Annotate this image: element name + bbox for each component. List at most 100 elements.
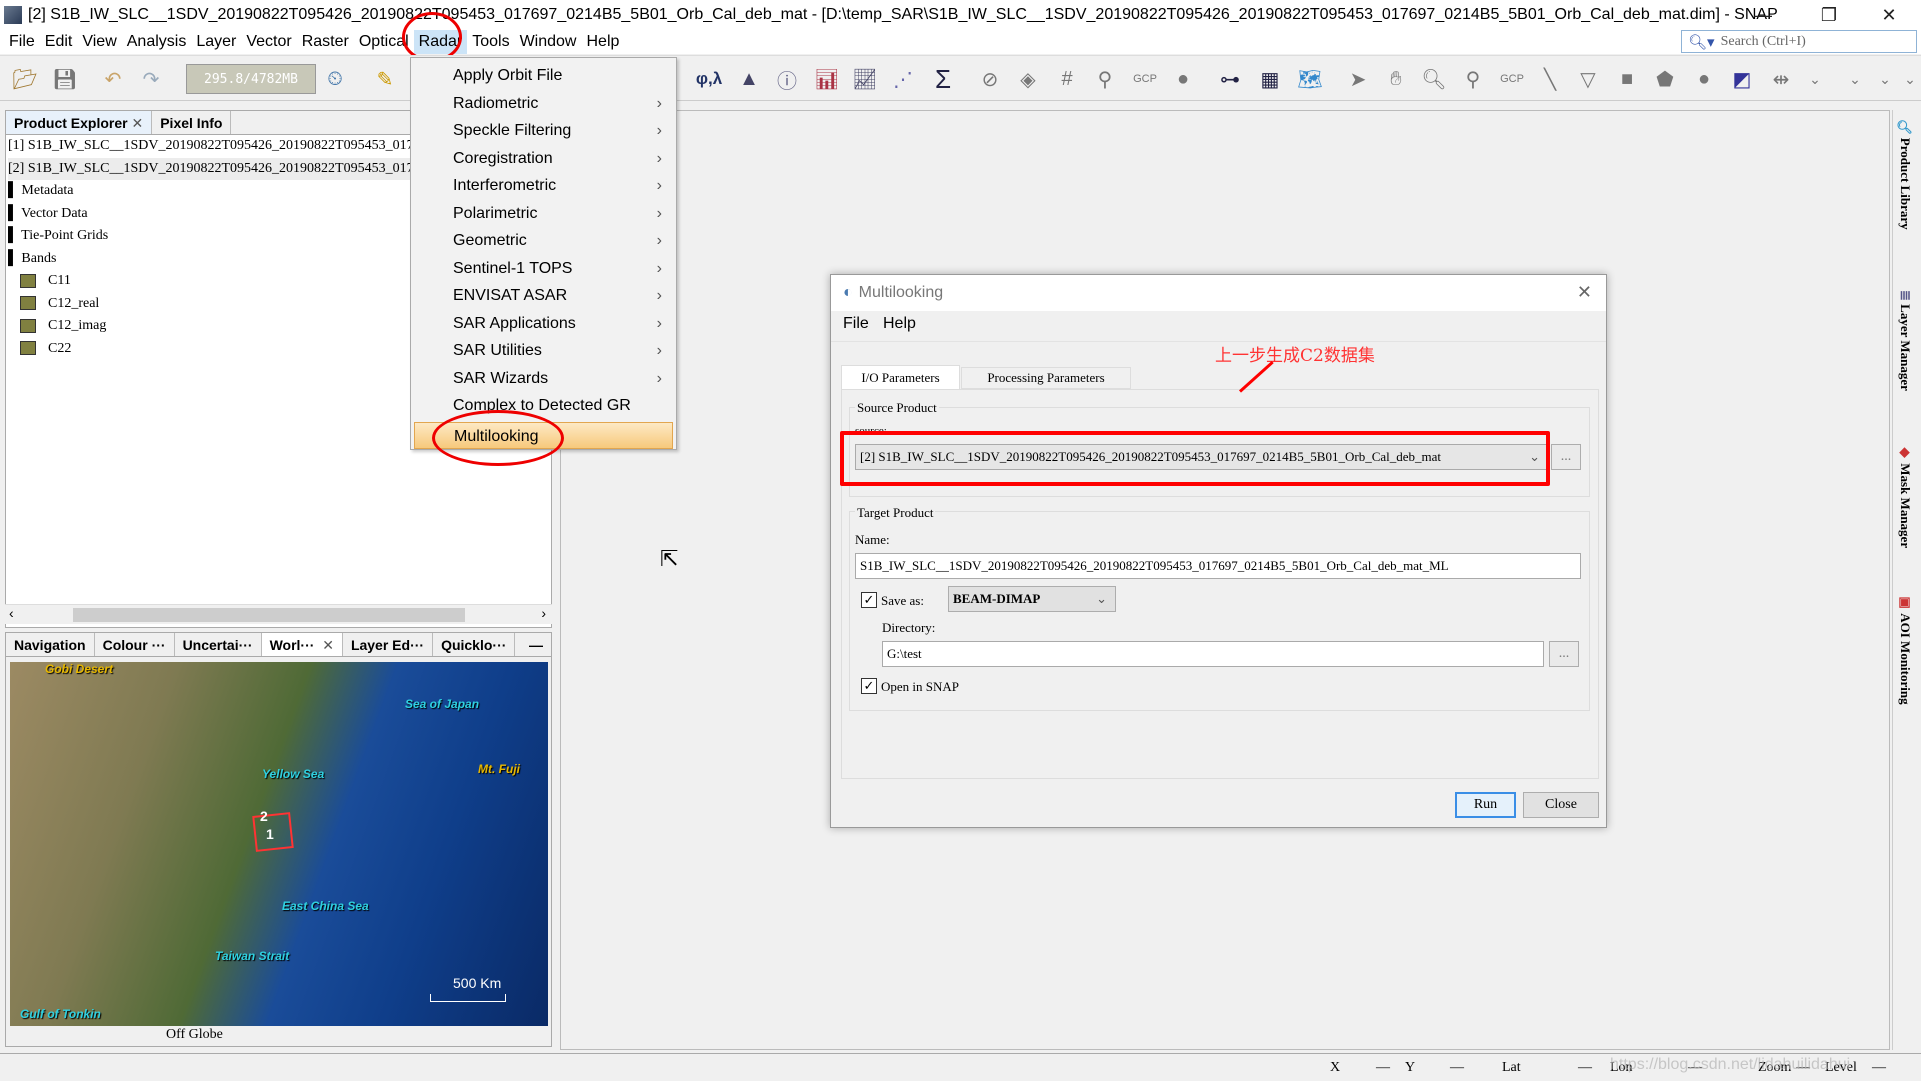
format-select[interactable]: BEAM-DIMAP ⌄ <box>948 586 1116 612</box>
gcp-overlay-icon[interactable]: GCP <box>1130 64 1160 94</box>
polyline-tool-icon[interactable]: ▽ <box>1573 64 1603 94</box>
tab-layer-editor[interactable]: Layer Ed··· <box>343 633 434 656</box>
shapes-overlay-icon[interactable]: ● <box>1168 64 1198 94</box>
source-browse-button[interactable]: ... <box>1551 444 1581 470</box>
information-icon[interactable]: ⓘ <box>772 64 802 94</box>
restore-button[interactable]: ❐ <box>1806 0 1852 30</box>
select-tool-icon[interactable]: ➤ <box>1343 64 1373 94</box>
tab-world-view[interactable]: Worl··· ✕ <box>261 633 343 656</box>
tab-colour-manipulation[interactable]: Colour ··· <box>95 633 175 656</box>
radar-menu-item[interactable]: Sentinel-1 TOPS › <box>411 255 676 282</box>
close-icon[interactable]: ✕ <box>131 115 143 131</box>
dialog-menu-help[interactable]: Help <box>883 315 916 333</box>
radar-menu-item[interactable]: Interferometric › <box>411 172 676 199</box>
polygon-tool-icon[interactable]: ⬟ <box>1650 64 1680 94</box>
minimize-button[interactable]: — <box>1740 0 1786 30</box>
scrollbar-thumb[interactable] <box>73 608 465 622</box>
profile-plot-icon[interactable]: 📈︎ <box>850 64 880 94</box>
radar-menu-item[interactable]: Apply Orbit File <box>411 62 676 89</box>
no-data-overlay-icon[interactable]: ⊘ <box>975 64 1005 94</box>
menu-raster[interactable]: Raster <box>297 30 354 54</box>
gcp-placing-tool-icon[interactable]: GCP <box>1497 64 1527 94</box>
open-product-icon[interactable]: 📂︎ <box>10 64 40 94</box>
pan-tool-icon[interactable]: ✋︎ <box>1381 64 1411 94</box>
undo-icon[interactable]: ↶ <box>98 64 128 94</box>
sidebar-tab-product-library[interactable]: 🔍︎ Product Library <box>1897 118 1913 230</box>
menu-view[interactable]: View <box>77 30 121 54</box>
radar-menu-item[interactable]: Complex to Detected GR <box>411 392 676 419</box>
line-drawing-tool-icon[interactable]: ╲ <box>1535 64 1565 94</box>
toolbar-overflow-icon[interactable]: ⌄ <box>1800 64 1830 94</box>
tab-uncertainty[interactable]: Uncertai··· <box>175 633 262 656</box>
radar-menu-item[interactable]: SAR Wizards › <box>411 365 676 392</box>
batch-processing-icon[interactable]: ▦ <box>1255 64 1285 94</box>
sidebar-tab-layer-manager[interactable]: ≣ Layer Manager <box>1897 290 1913 391</box>
tab-product-explorer[interactable]: Product Explorer ✕ <box>6 111 153 134</box>
toolbar-overflow-icon-4[interactable]: ⌄ <box>1895 64 1921 94</box>
menu-vector[interactable]: Vector <box>241 30 296 54</box>
menu-edit[interactable]: Edit <box>40 30 78 54</box>
statistics-icon[interactable]: 📊︎ <box>812 64 842 94</box>
tab-navigation[interactable]: Navigation <box>6 633 95 656</box>
menu-layer[interactable]: Layer <box>191 30 241 54</box>
dialog-close-icon[interactable]: ✕ <box>1577 282 1592 303</box>
open-in-snap-checkbox[interactable]: ✓ <box>861 678 877 694</box>
horizontal-scrollbar[interactable]: ‹ › <box>5 604 552 624</box>
radar-menu-item[interactable]: Polarimetric › <box>411 200 676 227</box>
directory-input[interactable]: G:\test <box>882 641 1544 667</box>
close-icon[interactable]: ✕ <box>322 637 334 653</box>
directory-browse-button[interactable]: ... <box>1549 641 1579 667</box>
scatter-plot-icon[interactable]: ⋰ <box>888 64 918 94</box>
redo-icon[interactable]: ↷ <box>136 64 166 94</box>
radar-menu-item[interactable]: ENVISAT ASAR › <box>411 282 676 309</box>
toolbar-overflow-icon-2[interactable]: ⌄ <box>1840 64 1870 94</box>
gc-clock-icon[interactable]: ⏲ <box>320 64 350 94</box>
run-button[interactable]: Run <box>1455 792 1516 818</box>
radar-menu-item[interactable]: SAR Utilities › <box>411 337 676 364</box>
wizard-icon[interactable]: ✎ <box>370 64 400 94</box>
pin-overlay-icon[interactable]: ⚲ <box>1090 64 1120 94</box>
radar-menu-item[interactable]: SAR Applications › <box>411 310 676 337</box>
status-y-label: Y <box>1405 1060 1416 1075</box>
target-name-input[interactable]: S1B_IW_SLC__1SDV_20190822T095426_2019082… <box>855 553 1581 579</box>
minimize-panel-button[interactable]: — <box>521 633 551 656</box>
world-map-icon[interactable]: 🗺︎ <box>1295 64 1325 94</box>
dialog-menu-file[interactable]: File <box>843 315 869 333</box>
pin-placing-tool-icon[interactable]: ⚲ <box>1458 64 1488 94</box>
geo-coding-icon[interactable]: φ,λ <box>694 64 724 94</box>
zoom-tool-icon[interactable]: 🔍︎ <box>1419 64 1449 94</box>
histogram-icon[interactable]: ▲ <box>734 64 764 94</box>
scroll-left-icon[interactable]: ‹ <box>9 605 14 621</box>
save-as-checkbox[interactable]: ✓ <box>861 592 877 608</box>
tab-quicklook[interactable]: Quicklo··· <box>433 633 516 656</box>
roi-mask-icon[interactable]: ◈ <box>1013 64 1043 94</box>
graticule-icon[interactable]: # <box>1052 64 1082 94</box>
sidebar-tab-mask-manager[interactable]: ◆ Mask Manager <box>1897 445 1913 548</box>
graph-builder-icon[interactable]: ⊶ <box>1215 64 1245 94</box>
save-product-icon[interactable]: 💾︎ <box>50 64 80 94</box>
tab-io-parameters[interactable]: I/O Parameters <box>841 365 960 389</box>
menu-analysis[interactable]: Analysis <box>122 30 192 54</box>
rectangle-tool-icon[interactable]: ■ <box>1612 64 1642 94</box>
radar-menu-item[interactable]: Speckle Filtering › <box>411 117 676 144</box>
tab-pixel-info[interactable]: Pixel Info <box>152 111 232 134</box>
radar-menu-item[interactable]: Geometric › <box>411 227 676 254</box>
world-map-view[interactable]: Gobi Desert Sea of Japan Yellow Sea Mt. … <box>10 662 548 1026</box>
scroll-right-icon[interactable]: › <box>541 605 546 621</box>
dialog-close-button[interactable]: Close <box>1523 792 1599 818</box>
ellipse-tool-icon[interactable]: ● <box>1689 64 1719 94</box>
menu-tools[interactable]: Tools <box>467 30 514 54</box>
menu-file[interactable]: File <box>4 30 40 54</box>
sidebar-tab-aoi-monitoring[interactable]: ▣ AOI Monitoring <box>1897 595 1913 705</box>
measure-tool-icon[interactable]: ⇹ <box>1766 64 1796 94</box>
menu-help[interactable]: Help <box>581 30 624 54</box>
search-input[interactable]: 🔍︎▾ Search (Ctrl+I) <box>1681 30 1917 53</box>
radar-menu-item[interactable]: Radiometric › <box>411 90 676 117</box>
close-window-button[interactable]: ✕ <box>1866 0 1912 30</box>
memory-indicator[interactable]: 295.8/4782MB <box>186 64 316 94</box>
band-maths-icon[interactable]: Σ <box>928 64 958 94</box>
radar-menu-item[interactable]: Coregistration › <box>411 145 676 172</box>
tab-processing-parameters[interactable]: Processing Parameters <box>961 367 1131 389</box>
range-finder-icon[interactable]: ◩ <box>1727 64 1757 94</box>
menu-window[interactable]: Window <box>515 30 582 54</box>
